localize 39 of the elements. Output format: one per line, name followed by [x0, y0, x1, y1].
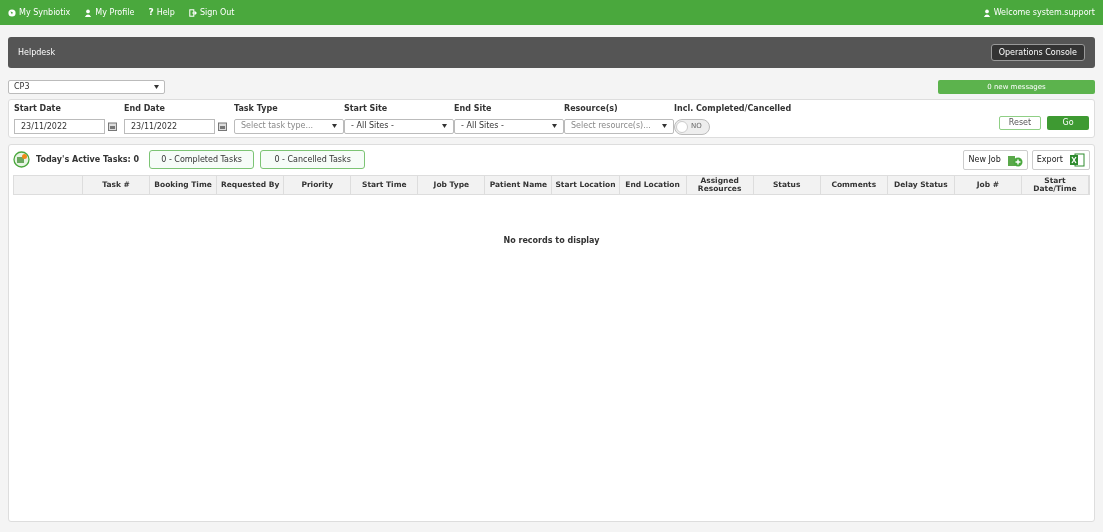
dropdown[interactable]: Select task type... [234, 118, 344, 134]
calendar-icon[interactable] [218, 121, 227, 131]
help-icon: ? [148, 5, 154, 20]
operations-console-button[interactable]: Operations Console [990, 44, 1085, 61]
caret-icon [154, 85, 159, 89]
calendar-icon[interactable] [108, 121, 117, 131]
tasks-icon [13, 151, 30, 168]
go-button[interactable]: Go [1047, 115, 1089, 130]
welcome-text: Welcome system.support [993, 6, 1095, 19]
site-dropdown[interactable]: CP3 [8, 80, 165, 94]
completed-tasks-button[interactable]: 0 - Completed Tasks [149, 150, 255, 169]
caret-icon [552, 124, 557, 128]
filter-label: Start Site [344, 102, 389, 115]
filter-label: Start Date [14, 102, 62, 115]
date-field[interactable]: 23/11/2022 [124, 118, 215, 134]
cancelled-tasks-button[interactable]: 0 - Cancelled Tasks [260, 150, 366, 169]
filter-label: End Date [124, 102, 166, 115]
filter-label: Incl. Completed/Cancelled [674, 102, 793, 115]
filter-label: End Site [454, 102, 493, 115]
globe-icon [8, 8, 16, 17]
active-tasks-count: Today's Active Tasks: 0 [36, 153, 140, 166]
dropdown[interactable]: - All Sites - [344, 118, 454, 134]
page-title: Helpdesk [18, 46, 56, 59]
empty-message: No records to display [503, 235, 600, 247]
caret-icon [662, 124, 667, 128]
user-icon [982, 8, 991, 17]
filter-label: Task Type [234, 102, 279, 115]
user-icon [84, 8, 93, 17]
caret-icon [332, 124, 337, 128]
filter-label: Resource(s) [564, 102, 619, 115]
export-button[interactable]: Export [1031, 149, 1090, 170]
reset-button[interactable]: Reset [999, 115, 1041, 130]
sign-out-icon [188, 8, 197, 17]
new-job-button[interactable]: New Job [963, 149, 1028, 170]
dropdown[interactable]: - All Sites - [454, 118, 564, 134]
date-field[interactable]: 23/11/2022 [14, 118, 105, 134]
dropdown[interactable]: Select resource(s)... [564, 118, 674, 134]
caret-icon [442, 124, 447, 128]
spreadsheet-icon [1069, 152, 1085, 167]
